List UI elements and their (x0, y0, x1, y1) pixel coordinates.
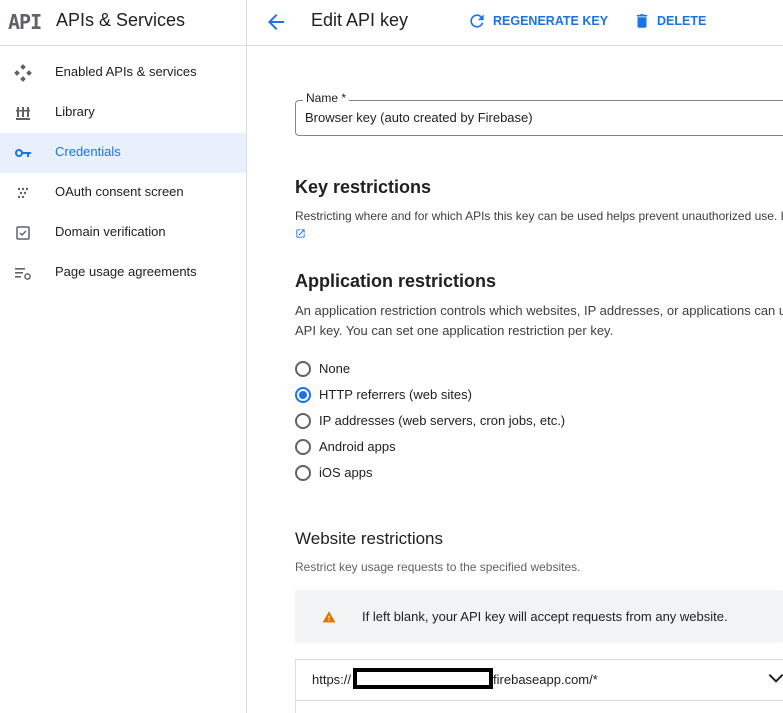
url-suffix: firebaseapp.com/* (493, 672, 598, 687)
radio-android-apps[interactable] (295, 439, 311, 455)
radio-none-label[interactable]: None (319, 361, 350, 376)
website-restrictions-heading: Website restrictions (295, 529, 444, 548)
back-arrow-icon[interactable] (264, 10, 288, 34)
application-restrictions-description-line2: API key. You can set one application res… (295, 323, 614, 338)
api-logo: API (8, 10, 42, 34)
sidebar-item-oauth-consent[interactable]: OAuth consent screen (0, 173, 246, 213)
sidebar-item-label: Domain verification (55, 224, 166, 239)
sidebar-item-label: OAuth consent screen (55, 184, 184, 199)
delete-button[interactable]: DELETE (633, 9, 706, 33)
sidebar: API APIs & Services Enabled APIs & servi… (0, 0, 247, 713)
sidebar-item-domain-verification[interactable]: Domain verification (0, 213, 246, 253)
open-in-new-icon[interactable] (295, 228, 306, 239)
radio-android-apps-label[interactable]: Android apps (319, 439, 396, 454)
radio-none[interactable] (295, 361, 311, 377)
regenerate-key-button[interactable]: REGENERATE KEY (467, 9, 608, 33)
key-restrictions-description: Restricting where and for which APIs thi… (295, 209, 783, 223)
sidebar-item-label: Library (55, 104, 95, 119)
library-icon (16, 107, 30, 120)
website-restrictions-description: Restrict key usage requests to the speci… (295, 560, 581, 574)
sidebar-item-label: Credentials (55, 144, 121, 159)
enabled-apis-icon (14, 64, 32, 82)
radio-http-referrers[interactable] (295, 387, 311, 403)
trash-icon (636, 14, 648, 28)
radio-ip-addresses-label[interactable]: IP addresses (web servers, cron jobs, et… (319, 413, 565, 428)
radio-ios-apps-label[interactable]: iOS apps (319, 465, 372, 480)
application-restrictions-description-line1: An application restriction controls whic… (295, 303, 783, 318)
sidebar-item-label: Page usage agreements (55, 264, 197, 279)
page-title: Edit API key (311, 10, 409, 30)
application-restrictions-heading: Application restrictions (295, 271, 497, 291)
top-bar: Edit API key REGENERATE KEY DELETE (247, 0, 783, 46)
sidebar-item-label: Enabled APIs & services (55, 64, 197, 79)
key-icon (15, 149, 31, 157)
page-usage-agreements-icon (15, 268, 31, 280)
sidebar-item-library[interactable]: Library (0, 93, 246, 133)
name-field-label: Name * (303, 91, 350, 105)
sidebar-title[interactable]: APIs & Services (56, 10, 185, 31)
website-restriction-list-continuation (295, 700, 783, 713)
warning-text: If left blank, your API key will accept … (362, 609, 728, 624)
sidebar-item-page-usage-agreements[interactable]: Page usage agreements (0, 253, 246, 293)
delete-label: DELETE (657, 14, 707, 28)
domain-verification-icon (16, 226, 30, 240)
radio-ip-addresses[interactable] (295, 413, 311, 429)
chevron-down-icon[interactable] (768, 672, 783, 684)
radio-ios-apps[interactable] (295, 465, 311, 481)
sidebar-item-enabled-apis[interactable]: Enabled APIs & services (0, 53, 246, 93)
oauth-consent-icon (17, 187, 29, 199)
regenerate-key-label: REGENERATE KEY (493, 14, 609, 28)
sidebar-item-credentials[interactable]: Credentials (0, 133, 246, 173)
radio-http-referrers-label[interactable]: HTTP referrers (web sites) (319, 387, 472, 402)
name-field-value[interactable]: Browser key (auto created by Firebase) (305, 110, 533, 125)
key-restrictions-heading: Key restrictions (295, 177, 432, 197)
url-prefix: https:// (312, 672, 352, 687)
warning-icon (322, 611, 336, 623)
refresh-icon (470, 14, 484, 28)
sidebar-header: API APIs & Services (0, 0, 246, 46)
redaction-box-inner (357, 672, 489, 685)
